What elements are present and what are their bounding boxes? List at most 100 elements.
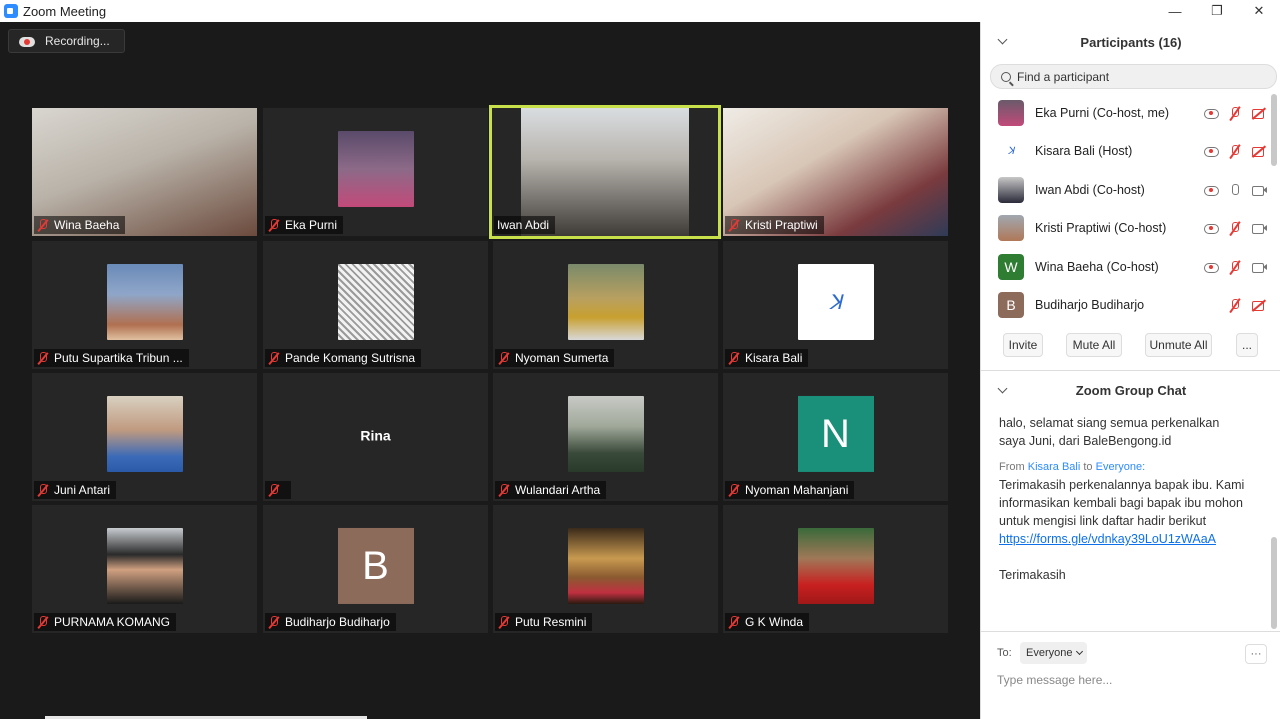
mic-muted-icon[interactable] (1227, 106, 1243, 120)
collapse-chevron-icon[interactable] (997, 34, 1008, 45)
tile-center-name: Rina (360, 427, 391, 444)
chat-message-meta: From Kisara Bali to Everyone: (999, 458, 1249, 476)
invite-button[interactable]: Invite (1003, 333, 1043, 357)
participant-row[interactable]: W Wina Baeha (Co-host) (981, 248, 1271, 286)
mic-on-icon[interactable] (1227, 183, 1243, 197)
participant-name: Kisara Bali (Host) (1035, 144, 1133, 158)
video-tile[interactable]: Nyoman Sumerta (493, 241, 718, 369)
chat-more-button[interactable]: ··· (1245, 644, 1267, 664)
window-controls: — ❐ ✕ (1154, 0, 1280, 22)
participant-row[interactable]: ꓘ Kisara Bali (Host) (981, 132, 1271, 170)
letter-avatar: N (797, 395, 874, 472)
video-tile[interactable]: Juni Antari (32, 373, 257, 501)
video-off-icon[interactable] (1251, 106, 1267, 120)
recording-label: Recording... (45, 34, 110, 48)
video-off-icon[interactable] (1251, 298, 1267, 312)
mic-muted-icon[interactable] (1227, 221, 1243, 235)
participant-search[interactable] (990, 64, 1277, 89)
participant-name: Budiharjo Budiharjo (1035, 298, 1145, 312)
video-tile[interactable]: B Budiharjo Budiharjo (263, 505, 488, 633)
participant-name: Iwan Abdi (Co-host) (1035, 183, 1145, 197)
video-tile[interactable]: Kristi Praptiwi (723, 108, 948, 236)
tile-nameplate: Wulandari Artha (495, 481, 607, 499)
participant-row[interactable]: Iwan Abdi (Co-host) (981, 171, 1271, 209)
mic-muted-icon (498, 352, 510, 364)
profile-picture (567, 263, 644, 340)
mute-all-button[interactable]: Mute All (1066, 333, 1122, 357)
restore-button[interactable]: ❐ (1196, 0, 1238, 22)
letter-avatar: B (998, 292, 1024, 318)
video-tile[interactable]: ꓘ Kisara Bali (723, 241, 948, 369)
participants-header: Participants (16) (981, 30, 1280, 54)
chat-message: Terimakasih (999, 568, 1066, 582)
video-tile[interactable]: Eka Purni (263, 108, 488, 236)
tile-name: Putu Supartika Tribun ... (54, 351, 183, 365)
title-bar: Zoom Meeting — ❐ ✕ (0, 0, 1280, 22)
tile-nameplate: Budiharjo Budiharjo (265, 613, 396, 631)
profile-picture (337, 263, 414, 340)
video-on-icon[interactable] (1251, 260, 1267, 274)
video-off-icon[interactable] (1251, 144, 1267, 158)
profile-picture (567, 527, 644, 604)
participant-search-input[interactable] (1017, 69, 1257, 84)
collapse-chevron-icon[interactable] (997, 383, 1008, 394)
mic-muted-icon[interactable] (1227, 298, 1243, 312)
mic-muted-icon (728, 219, 740, 231)
participants-scrollbar[interactable] (1271, 94, 1277, 166)
mic-muted-icon[interactable] (1227, 144, 1243, 158)
participant-row[interactable]: Kristi Praptiwi (Co-host) (981, 209, 1271, 247)
video-tile[interactable]: N Nyoman Mahanjani (723, 373, 948, 501)
video-tile[interactable]: Rina (263, 373, 488, 501)
mic-muted-icon (37, 219, 49, 231)
video-tile[interactable]: G K Winda (723, 505, 948, 633)
chevron-down-icon (1076, 647, 1084, 656)
mic-muted-icon (728, 616, 740, 628)
chat-link[interactable]: https://forms.gle/vdnkay39LoU1zWAaA (999, 532, 1216, 546)
sender-name[interactable]: Kisara Bali (1028, 461, 1081, 473)
profile-picture (106, 263, 183, 340)
tile-name: Iwan Abdi (497, 218, 550, 232)
chat-message: halo, selamat siang semua perkenalkan sa… (999, 416, 1220, 448)
video-tile[interactable]: Wina Baeha (32, 108, 257, 236)
tile-nameplate: Putu Resmini (495, 613, 593, 631)
kisara-logo-avatar: ꓘ (998, 138, 1024, 164)
minimize-button[interactable]: — (1154, 0, 1196, 22)
tile-nameplate: Pande Komang Sutrisna (265, 349, 422, 367)
message-input[interactable] (997, 670, 1267, 690)
video-tile-active-speaker[interactable]: Iwan Abdi (489, 105, 721, 239)
video-on-icon[interactable] (1251, 183, 1267, 197)
more-options-button[interactable]: ... (1236, 333, 1258, 357)
tile-nameplate: G K Winda (725, 613, 810, 631)
participant-actions: Invite Mute All Unmute All ... (981, 333, 1280, 359)
chat-scrollbar[interactable] (1271, 537, 1277, 629)
video-on-icon[interactable] (1251, 221, 1267, 235)
close-button[interactable]: ✕ (1238, 0, 1280, 22)
recording-indicator[interactable]: Recording... (8, 29, 125, 53)
unmute-all-button[interactable]: Unmute All (1145, 333, 1212, 357)
tile-name: Kisara Bali (745, 351, 803, 365)
cloud-record-icon (1203, 221, 1219, 235)
cloud-record-icon (19, 35, 35, 47)
chat-compose: To: Everyone ··· (981, 631, 1280, 719)
video-tile[interactable]: Putu Supartika Tribun ... (32, 241, 257, 369)
profile-picture (567, 395, 644, 472)
profile-picture (337, 130, 414, 207)
participant-row[interactable]: B Budiharjo Budiharjo (981, 286, 1271, 324)
mic-muted-icon (37, 484, 49, 496)
participants-title: Participants (16) (1080, 34, 1182, 50)
video-tile[interactable]: Wulandari Artha (493, 373, 718, 501)
tile-nameplate: Iwan Abdi (494, 216, 556, 234)
video-tile[interactable]: PURNAMA KOMANG (32, 505, 257, 633)
recipient-name[interactable]: Everyone: (1096, 461, 1146, 473)
mic-muted-icon (498, 484, 510, 496)
cloud-record-icon (1203, 260, 1219, 274)
mic-muted-icon[interactable] (1227, 260, 1243, 274)
chat-title: Zoom Group Chat (1075, 382, 1187, 398)
tile-name: Eka Purni (285, 218, 338, 232)
video-tile[interactable]: Pande Komang Sutrisna (263, 241, 488, 369)
recipient-select[interactable]: Everyone (1020, 642, 1087, 664)
window-title: Zoom Meeting (23, 3, 107, 19)
participant-row[interactable]: Eka Purni (Co-host, me) (981, 94, 1271, 132)
video-tile[interactable]: Putu Resmini (493, 505, 718, 633)
from-label: From (999, 461, 1025, 473)
